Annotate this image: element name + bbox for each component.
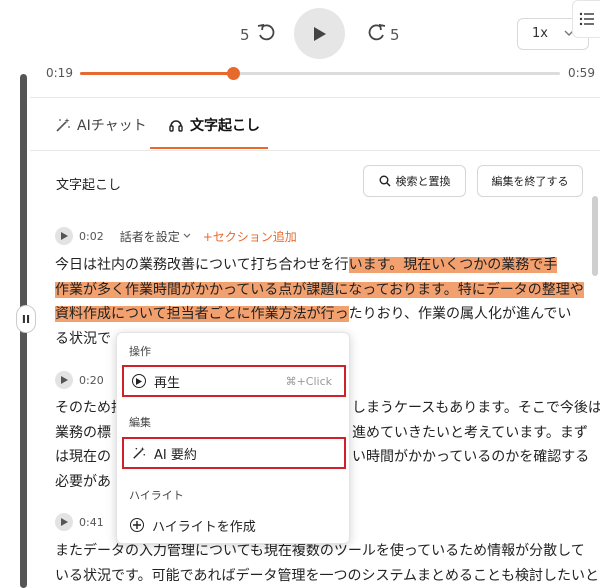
play-icon: [60, 232, 68, 240]
finish-editing-label: 編集を終了する: [491, 175, 569, 188]
text-line: そのため担: [55, 400, 125, 416]
segment-header: 0:41: [55, 513, 104, 531]
search-replace-button[interactable]: 検索と置換: [363, 165, 466, 197]
tab-ai-chat[interactable]: AIチャット: [55, 115, 147, 135]
text-line: 作業が多く作業時間がかかっている点が課題になっております。特にデータの整理や: [55, 278, 584, 303]
progress-thumb[interactable]: [227, 67, 241, 80]
speaker-select[interactable]: 話者を設定: [120, 228, 191, 245]
active-tab-indicator: [150, 147, 268, 149]
speed-value: 1x: [532, 26, 548, 41]
pause-icon[interactable]: II: [16, 305, 36, 333]
play-icon: [313, 26, 326, 41]
play-button[interactable]: [294, 8, 345, 59]
highlighted-text: 資料作成について担当者ごとに作業方法が行っ: [55, 306, 349, 322]
magic-wand-icon: [56, 118, 70, 132]
divider: [30, 97, 600, 98]
segment-header: 0:20: [55, 371, 104, 389]
play-circle-icon: [132, 374, 146, 388]
segment-time: 0:20: [79, 373, 104, 387]
search-icon: [379, 175, 391, 187]
skip-forward-seconds: 5: [390, 26, 400, 44]
menu-item-ai-summary[interactable]: AI 要約: [122, 437, 346, 469]
progress-track[interactable]: [80, 72, 560, 75]
skip-back-seconds: 5: [240, 26, 250, 44]
magic-wand-icon: [133, 446, 146, 459]
speaker-label: 話者を設定: [119, 229, 180, 244]
tab-transcription[interactable]: 文字起こし: [168, 115, 260, 135]
text-line: 業務の標: [55, 424, 111, 441]
section-title: 文字起こし: [56, 178, 122, 193]
text-line: 進めていきたいと考えています。まず: [352, 424, 588, 441]
rewind-icon[interactable]: [256, 22, 276, 44]
segment-play-button[interactable]: [55, 513, 73, 531]
menu-group-operation: 操作: [129, 345, 151, 358]
total-time: 0:59: [568, 66, 595, 80]
segment-text-right[interactable]: しまうケースもあります。そこで今後は 進めていきたいと考えています。まず い時間…: [352, 396, 600, 470]
text-run: る状況で: [55, 330, 111, 347]
text-line: いる状況です。可能であればデータ管理を一つのシステムまとめることも検討したいと: [55, 567, 600, 584]
text-run: 今日は社内の業務改善について打ち合わせを行: [55, 257, 349, 273]
add-section-link[interactable]: +セクション追加: [203, 228, 297, 245]
tab-ai-chat-label: AIチャット: [77, 118, 147, 134]
text-line: 今日は社内の業務改善について打ち合わせを行います。現在いくつかの業務で手: [55, 253, 584, 278]
finish-editing-button[interactable]: 編集を終了する: [477, 165, 583, 197]
segment-text[interactable]: またデータの入力管理についても現在複数のツールを使っているため情報が分散して い…: [55, 539, 599, 588]
menu-button[interactable]: [572, 0, 600, 38]
list-icon: [579, 12, 594, 26]
segment-time: 0:02: [79, 229, 104, 243]
segment-time: 0:41: [79, 515, 104, 529]
highlighted-text: います。現在いくつかの業務で手: [348, 257, 558, 273]
scrollbar[interactable]: [592, 196, 598, 276]
search-replace-label: 検索と置換: [395, 175, 451, 188]
menu-item-play-label: 再生: [154, 375, 181, 391]
text-run: たりおり、作業の属人化が進んでい: [348, 306, 572, 322]
tab-transcription-label: 文字起こし: [190, 118, 260, 134]
current-time: 0:19: [46, 66, 73, 80]
text-line: い時間がかかっているのかを確認する: [352, 449, 590, 465]
text-line: は現在の: [55, 449, 111, 465]
context-menu: 操作 再生 ⌘+Click 編集 AI 要約 ハイライト ハイライトを作成: [116, 332, 350, 544]
segment-header: 0:02 話者を設定 +セクション追加: [55, 227, 297, 245]
play-icon: [60, 518, 68, 526]
menu-item-play[interactable]: 再生 ⌘+Click: [122, 365, 346, 397]
play-icon: [60, 376, 68, 384]
menu-item-create-highlight-label: ハイライトを作成: [152, 519, 256, 535]
transcript-icon: [169, 120, 183, 132]
segment-play-button[interactable]: [55, 371, 73, 389]
text-line: 資料作成について担当者ごとに作業方法が行ったりおり、作業の属人化が進んでい: [55, 302, 584, 327]
text-line: しまうケースもあります。そこで今後は: [352, 400, 600, 416]
highlighted-text: 作業が多く作業時間がかかっている点が課題になっております。特にデータの整理や: [55, 281, 584, 298]
progress-fill: [80, 72, 234, 75]
forward-icon[interactable]: [367, 22, 387, 44]
menu-group-edit: 編集: [129, 416, 151, 429]
segment-play-button[interactable]: [55, 227, 73, 245]
chevron-down-icon: [183, 233, 191, 238]
shortcut-hint: ⌘+Click: [285, 374, 332, 388]
segment-text[interactable]: そのため担 業務の標 は現在の 必要があ: [55, 396, 125, 494]
menu-item-create-highlight[interactable]: ハイライトを作成: [122, 509, 346, 541]
divider: [30, 150, 600, 151]
text-line: 必要があ: [55, 473, 111, 490]
menu-item-ai-summary-label: AI 要約: [154, 447, 197, 463]
plus-circle-icon: [130, 518, 144, 532]
menu-group-highlight: ハイライト: [129, 489, 184, 502]
